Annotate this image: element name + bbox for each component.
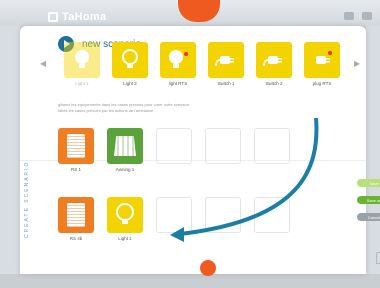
drag-arrow-icon	[170, 117, 319, 242]
